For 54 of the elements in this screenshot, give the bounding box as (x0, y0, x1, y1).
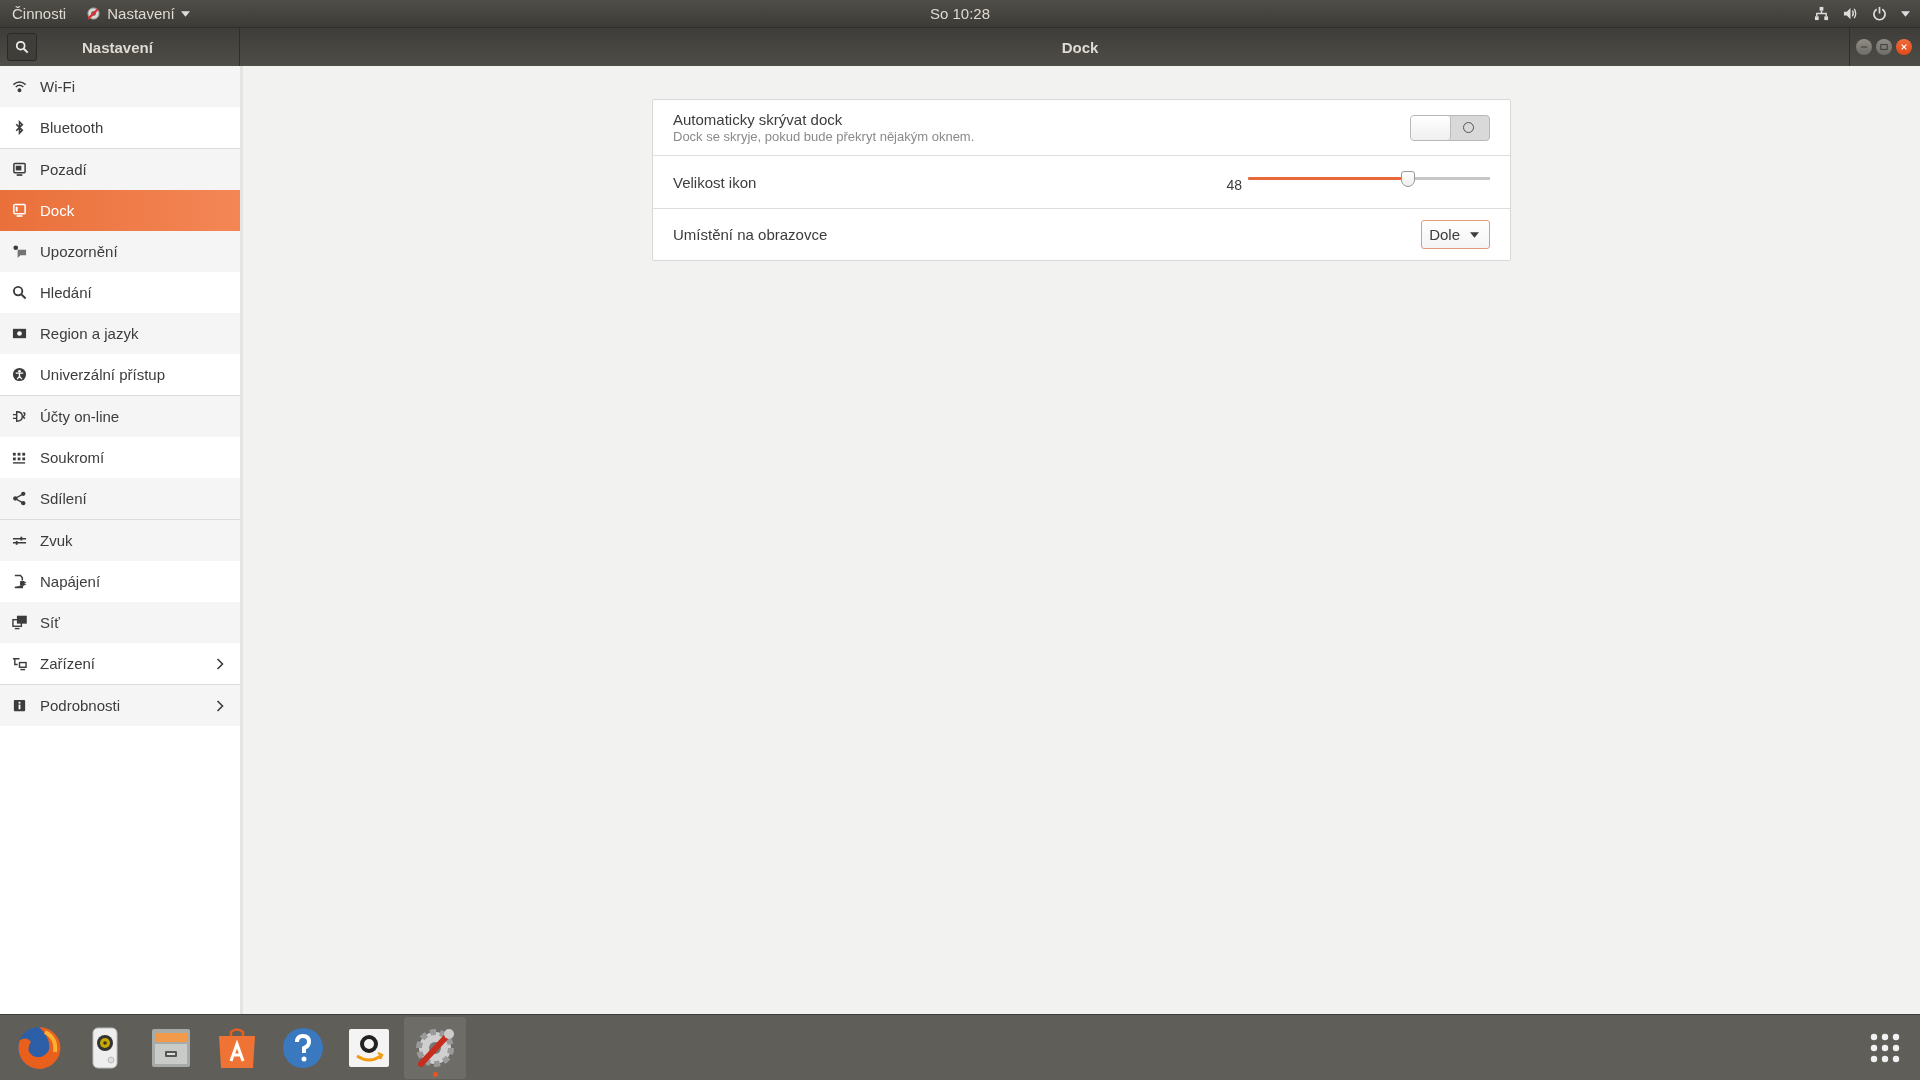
sidebar-item[interactable]: Wi-Fi (0, 66, 240, 107)
slider-value: 48 (1226, 177, 1242, 193)
running-indicator (433, 1071, 438, 1077)
computer-icon (12, 615, 27, 630)
wifi-icon (12, 79, 27, 94)
sidebar-item[interactable]: Upozornění (0, 231, 240, 272)
monitor-icon (12, 162, 27, 177)
maximize-icon (1880, 43, 1888, 51)
show-apps-button[interactable] (1870, 1032, 1900, 1063)
accessibility-icon (12, 367, 27, 382)
setting-label: Velikost ikon (673, 173, 758, 191)
sidebar-item[interactable]: Zvuk (0, 520, 240, 561)
connector-icon (12, 409, 27, 424)
info-icon (12, 698, 27, 713)
flag-icon (12, 326, 27, 341)
sidebar-item[interactable]: Sdílení (0, 478, 240, 519)
chevron-icon (216, 657, 224, 670)
window-title: Dock (1061, 38, 1099, 56)
activities-button[interactable]: Činnosti (12, 5, 67, 22)
speech-bubble-icon (12, 244, 27, 259)
setting-description: Dock se skryje, pokud bude překryt nějakým oknem. (673, 129, 976, 144)
sidebar-item[interactable]: Podrobnosti (0, 685, 240, 726)
grid-icon (12, 450, 27, 465)
setting-label: Umístění na obrazovce (673, 226, 829, 243)
monitor-icon (12, 203, 27, 218)
power-plug-icon (12, 574, 27, 589)
close-icon (1900, 43, 1908, 51)
clock[interactable]: So 10:28 (929, 5, 991, 22)
app-grid-icon (1870, 1032, 1900, 1063)
search-icon (15, 40, 29, 54)
sidebar-item[interactable]: Pozadí (0, 149, 240, 190)
caret-icon (180, 10, 190, 17)
sidebar-item[interactable]: Síť (0, 602, 240, 643)
volume-icon[interactable] (1843, 6, 1858, 21)
app-menu[interactable]: Nastavení (86, 5, 190, 22)
sidebar-item[interactable]: Účty on-line (0, 396, 240, 437)
sidebar-item[interactable]: Region a jazyk (0, 313, 240, 354)
slider-thumb[interactable] (1400, 171, 1415, 187)
sidebar-title: Nastavení (82, 38, 153, 56)
caret-icon (1470, 231, 1479, 238)
share-icon (12, 491, 27, 506)
search-button[interactable] (7, 33, 37, 61)
setting-label: Automaticky skrývat dock (673, 111, 844, 128)
network-icon[interactable] (1814, 6, 1829, 21)
search-icon (12, 285, 27, 300)
caret-icon[interactable] (1901, 10, 1910, 17)
close-button[interactable] (1896, 39, 1912, 55)
minimize-button[interactable] (1856, 39, 1872, 55)
power-icon[interactable] (1872, 6, 1887, 21)
chevron-icon (216, 699, 224, 712)
toggle-switch[interactable] (1410, 114, 1490, 141)
minimize-icon (1860, 43, 1868, 51)
dropdown[interactable]: Dole (1421, 220, 1490, 249)
devices-icon (12, 656, 27, 671)
